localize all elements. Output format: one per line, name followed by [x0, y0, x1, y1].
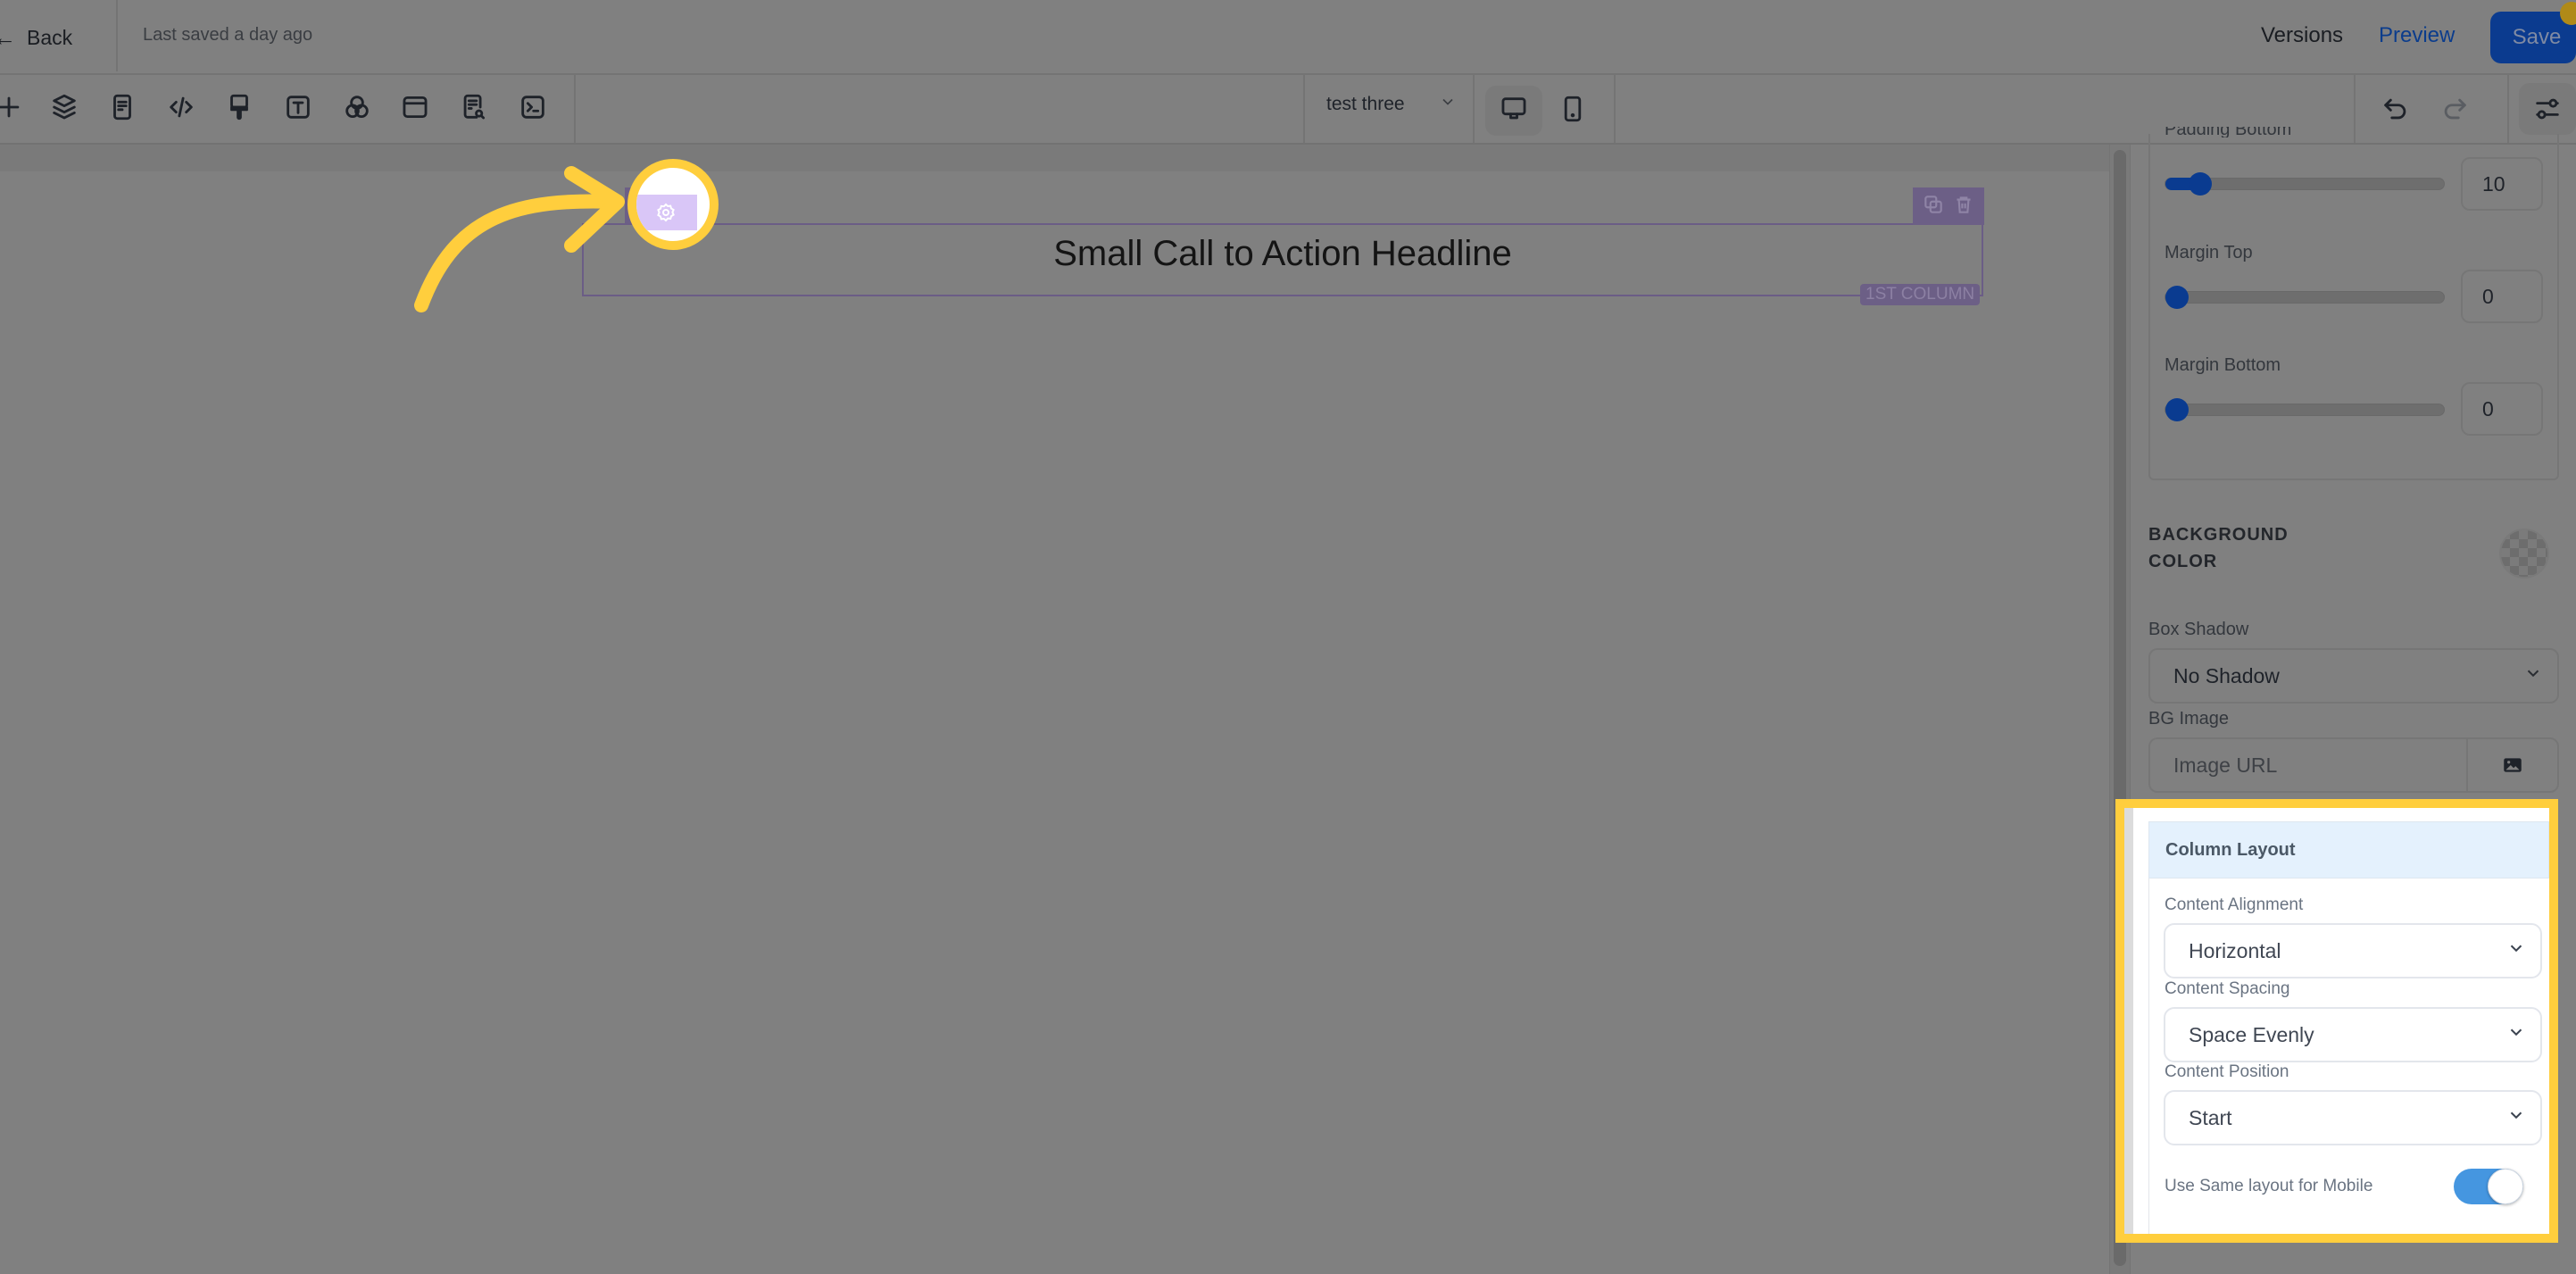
mobile-icon[interactable] [1553, 89, 1592, 129]
toolbar-divider [1473, 75, 1475, 143]
toggle-knob [2488, 1169, 2523, 1204]
bg-image-field: Image URL [2148, 737, 2559, 793]
column-layout-header[interactable]: Column Layout [2148, 821, 2549, 878]
same-layout-mobile-label: Use Same layout for Mobile [2165, 1177, 2373, 1195]
text-icon[interactable] [278, 87, 318, 127]
undo-icon[interactable] [2376, 89, 2415, 129]
sliders-icon[interactable] [2528, 89, 2567, 129]
margin-bottom-input[interactable]: 0 [2461, 382, 2543, 436]
content-position-value: Start [2189, 1105, 2232, 1129]
column-label-badge: 1ST COLUMN [1860, 284, 1981, 305]
background-color-label: BACKGROUND COLOR [2148, 521, 2289, 575]
box-shadow-value: No Shadow [2173, 663, 2280, 687]
code-icon[interactable] [162, 87, 201, 127]
chevron-down-icon [2506, 938, 2526, 963]
box-shadow-select[interactable]: No Shadow [2148, 648, 2559, 704]
box-shadow-label: Box Shadow [2148, 620, 2249, 639]
chevron-down-icon [2523, 663, 2543, 688]
section-icon[interactable] [395, 87, 435, 127]
padding-bottom-slider[interactable] [2165, 172, 2445, 196]
content-spacing-label: Content Spacing [2165, 979, 2290, 998]
content-alignment-value: Horizontal [2189, 938, 2281, 962]
color-circles-icon[interactable] [337, 87, 377, 127]
paint-brush-icon[interactable] [220, 87, 259, 127]
highlight-circle [627, 159, 719, 250]
content-spacing-select[interactable]: Space Evenly [2164, 1007, 2542, 1062]
back-arrow-icon: ← [0, 23, 16, 51]
padding-bottom-label: Padding Bottom [2165, 127, 2292, 137]
slider-thumb[interactable] [2165, 398, 2189, 421]
element-settings-button[interactable] [636, 195, 697, 230]
same-layout-mobile-toggle[interactable] [2454, 1169, 2523, 1204]
canvas-top-strip [0, 145, 2111, 171]
bg-image-label: BG Image [2148, 709, 2230, 729]
trash-icon[interactable] [1952, 193, 1975, 221]
plus-icon[interactable] [0, 87, 29, 127]
header-divider [116, 0, 118, 71]
toolbar-divider [2354, 75, 2356, 143]
chevron-down-icon [1439, 93, 1457, 115]
versions-button[interactable]: Versions [2261, 23, 2343, 48]
last-saved-status: Last saved a day ago [143, 25, 313, 45]
content-spacing-value: Space Evenly [2189, 1022, 2314, 1046]
page-select-value: test three [1326, 93, 1405, 114]
image-picker-button[interactable] [2468, 739, 2557, 791]
background-color-label-line1: BACKGROUND [2148, 525, 2289, 545]
duplicate-icon[interactable] [1922, 193, 1945, 221]
slider-thumb[interactable] [2165, 286, 2189, 309]
toolbar-divider [2507, 75, 2509, 143]
page-search-icon[interactable] [454, 87, 494, 127]
page-icon[interactable] [103, 87, 142, 127]
cta-headline[interactable]: Small Call to Action Headline [582, 234, 1983, 274]
slider-thumb[interactable] [2189, 172, 2212, 196]
content-alignment-select[interactable]: Horizontal [2164, 923, 2542, 978]
padding-bottom-input[interactable]: 10 [2461, 157, 2543, 211]
image-icon [2504, 758, 2522, 772]
background-color-label-line2: COLOR [2148, 552, 2218, 571]
margin-top-slider[interactable] [2165, 286, 2445, 309]
margin-top-input[interactable]: 0 [2461, 270, 2543, 323]
section-border [2148, 878, 2149, 1234]
content-alignment-label: Content Alignment [2165, 895, 2304, 914]
toolbar-divider [1614, 75, 1616, 143]
toolbar-divider [1303, 75, 1305, 143]
element-actions [1913, 187, 1984, 225]
redo-icon[interactable] [2435, 89, 2474, 129]
margin-bottom-label: Margin Bottom [2165, 355, 2281, 375]
background-color-swatch[interactable] [2499, 529, 2549, 579]
preview-button[interactable]: Preview [2379, 23, 2455, 48]
back-label: Back [27, 25, 73, 49]
margin-bottom-slider[interactable] [2165, 398, 2445, 421]
bg-image-url-input[interactable]: Image URL [2150, 739, 2468, 791]
content-position-select[interactable]: Start [2164, 1090, 2542, 1145]
back-button[interactable]: ← Back [0, 20, 72, 55]
page-select-dropdown[interactable]: test three [1326, 93, 1457, 115]
margin-top-label: Margin Top [2165, 243, 2253, 262]
terminal-icon[interactable] [513, 87, 553, 127]
gear-icon [657, 203, 675, 222]
chevron-down-icon [2506, 1022, 2526, 1047]
toolbar-divider [574, 75, 576, 143]
desktop-icon[interactable] [1494, 89, 1533, 129]
top-header [0, 0, 2576, 75]
layers-icon[interactable] [45, 87, 84, 127]
chevron-down-icon [2506, 1105, 2526, 1130]
content-position-label: Content Position [2165, 1062, 2289, 1081]
panel-scroll-edge [2124, 808, 2133, 1234]
